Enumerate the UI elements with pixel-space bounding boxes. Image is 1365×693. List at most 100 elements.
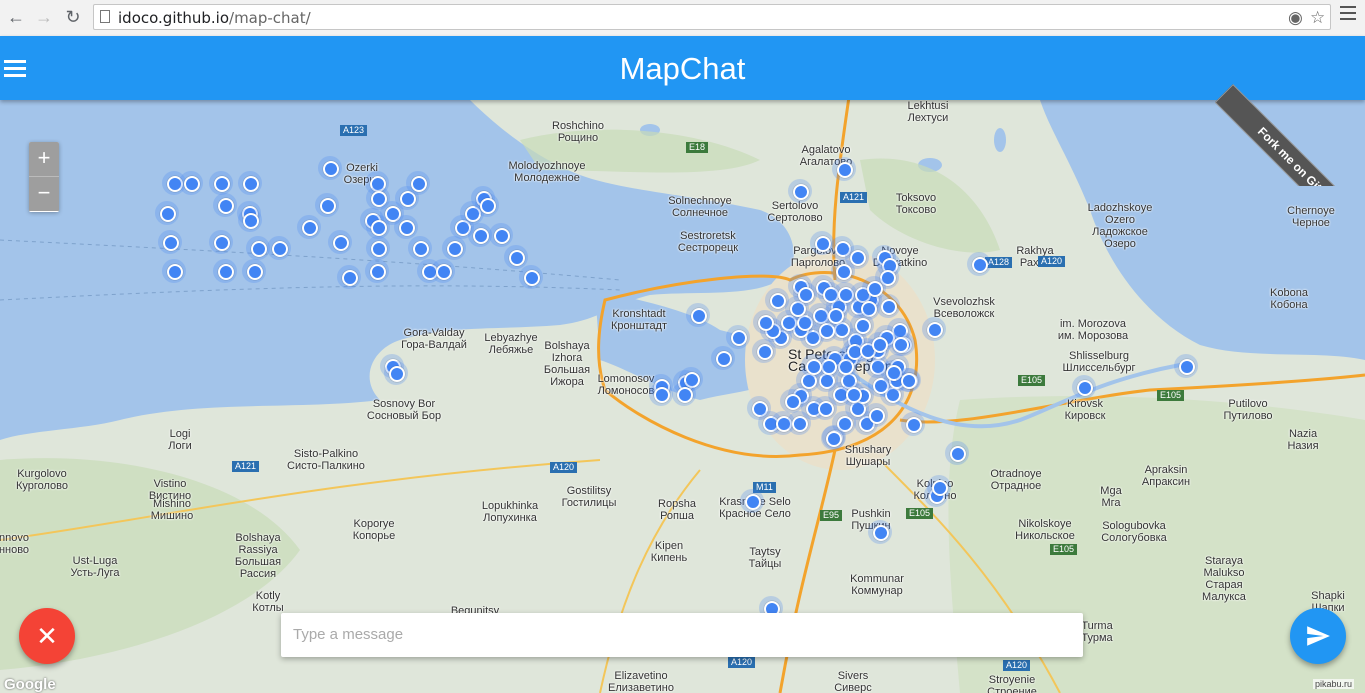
map-label-morozova: im. Morozova им. Морозова (1057, 318, 1129, 342)
user-marker[interactable] (821, 426, 845, 450)
user-marker[interactable] (831, 259, 855, 283)
user-marker[interactable] (726, 325, 750, 349)
close-button[interactable]: ✕ (19, 608, 75, 664)
user-marker[interactable] (213, 259, 237, 283)
address-bar[interactable]: idoco.github.io/map-chat/ ◉ ☆ (93, 4, 1331, 30)
user-marker[interactable] (519, 265, 543, 289)
reload-button[interactable]: ↻ (61, 5, 85, 29)
user-marker[interactable] (366, 236, 390, 260)
map-label-sologubovka: Sologubovka Сологубовка (1101, 520, 1167, 544)
ribbon-label[interactable]: Fork me on GitHub (1215, 84, 1365, 186)
user-marker[interactable] (394, 215, 418, 239)
map-label-kommunar: Kommunar Коммунар (850, 573, 904, 597)
road-shield: E105 (906, 508, 934, 519)
marker-dot (167, 264, 183, 280)
user-marker[interactable] (753, 310, 777, 334)
marker-dot (473, 228, 489, 244)
star-icon[interactable]: ☆ (1310, 9, 1325, 27)
user-marker[interactable] (793, 282, 817, 306)
user-marker[interactable] (504, 245, 528, 269)
user-marker[interactable] (832, 157, 856, 181)
user-marker[interactable] (209, 171, 233, 195)
arrow-right-icon: → (35, 7, 53, 27)
user-marker[interactable] (868, 520, 892, 544)
user-marker[interactable] (740, 489, 764, 513)
user-marker[interactable] (765, 288, 789, 312)
user-marker[interactable] (823, 303, 847, 327)
marker-dot (342, 270, 358, 286)
user-marker[interactable] (649, 382, 673, 406)
user-marker[interactable] (155, 201, 179, 225)
map-label-ust-luga: Ust-Luga Усть-Луга (70, 555, 120, 579)
user-marker[interactable] (318, 156, 342, 180)
road-shield: A121 (232, 461, 260, 472)
user-marker[interactable] (209, 230, 233, 254)
location-icon[interactable]: ◉ (1288, 9, 1303, 27)
user-marker[interactable] (813, 396, 837, 420)
user-marker[interactable] (711, 346, 735, 370)
user-marker[interactable] (888, 332, 912, 356)
user-marker[interactable] (850, 313, 874, 337)
marker-dot (972, 257, 988, 273)
user-marker[interactable] (365, 259, 389, 283)
map-canvas[interactable]: Roshchino Рощино Agalatovo Агалатово Lekht… (0, 100, 1365, 693)
user-marker[interactable] (780, 389, 804, 413)
user-marker[interactable] (841, 382, 865, 406)
user-marker[interactable] (242, 259, 266, 283)
zoom-out-button[interactable]: − (29, 176, 59, 211)
user-marker[interactable] (431, 259, 455, 283)
browser-menu-icon[interactable] (1340, 6, 1356, 20)
road-shield: E18 (686, 142, 709, 153)
user-marker[interactable] (686, 303, 710, 327)
user-marker[interactable] (922, 317, 946, 341)
zoom-in-button[interactable]: + (29, 142, 59, 176)
forward-button[interactable]: → (32, 5, 56, 29)
user-marker[interactable] (901, 412, 925, 436)
marker-dot (798, 287, 814, 303)
user-marker[interactable] (945, 441, 969, 465)
marker-dot (320, 198, 336, 214)
marker-dot (447, 241, 463, 257)
user-marker[interactable] (238, 171, 262, 195)
marker-dot (411, 176, 427, 192)
user-marker[interactable] (1174, 354, 1198, 378)
user-marker[interactable] (337, 265, 361, 289)
user-marker[interactable] (162, 259, 186, 283)
user-marker[interactable] (1072, 375, 1096, 399)
user-marker[interactable] (213, 193, 237, 217)
user-marker[interactable] (384, 361, 408, 385)
map-label-solnechnoye: Solnechnoye Солнечное (668, 195, 732, 219)
user-marker[interactable] (315, 193, 339, 217)
back-button[interactable]: ← (4, 5, 28, 29)
user-marker[interactable] (475, 193, 499, 217)
user-marker[interactable] (927, 475, 951, 499)
marker-dot (399, 220, 415, 236)
user-marker[interactable] (672, 382, 696, 406)
user-marker[interactable] (788, 179, 812, 203)
github-ribbon[interactable]: Fork me on GitHub (1215, 36, 1365, 186)
user-marker[interactable] (158, 230, 182, 254)
road-shield: A120 (550, 462, 578, 473)
user-marker[interactable] (896, 368, 920, 392)
user-marker[interactable] (442, 236, 466, 260)
user-marker[interactable] (967, 252, 991, 276)
map-label-siversky: Sivers Сиверс (834, 670, 872, 693)
user-marker[interactable] (238, 208, 262, 232)
marker-dot (716, 351, 732, 367)
user-marker[interactable] (489, 223, 513, 247)
marker-dot (872, 337, 888, 353)
user-marker[interactable] (297, 215, 321, 239)
map-label-gora-valday: Gora-Valday Гора-Валдай (401, 327, 467, 351)
user-marker[interactable] (179, 171, 203, 195)
road-shield: E105 (1157, 390, 1185, 401)
send-button[interactable] (1290, 608, 1346, 664)
user-marker[interactable] (406, 171, 430, 195)
marker-dot (893, 337, 909, 353)
map-label-sertolovo: Sertolovo Сертолово (767, 200, 823, 224)
marker-dot (677, 387, 693, 403)
message-input[interactable] (291, 625, 1075, 644)
user-marker[interactable] (408, 236, 432, 260)
user-marker[interactable] (328, 230, 352, 254)
user-marker[interactable] (801, 354, 825, 378)
user-marker[interactable] (267, 236, 291, 260)
